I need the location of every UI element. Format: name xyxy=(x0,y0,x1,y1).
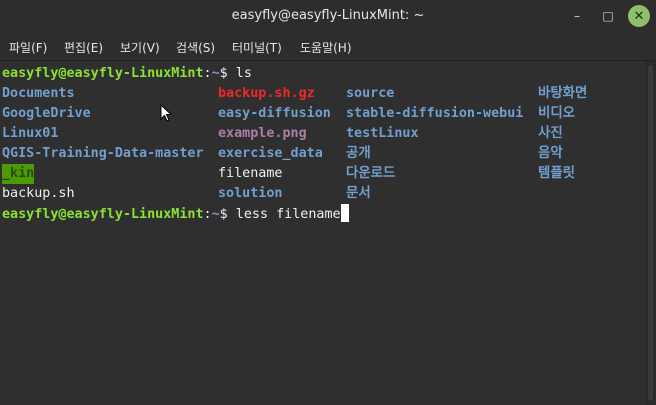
ls-entry: Documents xyxy=(2,86,75,101)
ls-entry: backup.sh xyxy=(2,186,75,201)
scrollbar[interactable] xyxy=(645,61,656,405)
menu-file[interactable]: 파일(F) xyxy=(9,39,47,56)
window-title: easyfly@easyfly-LinuxMint: ~ xyxy=(231,8,425,23)
ls-entry: 다운로드 xyxy=(346,166,396,181)
ls-entry: 템플릿 xyxy=(538,166,575,181)
ls-entry: solution xyxy=(218,186,283,201)
ls-entry: stable-diffusion-webui xyxy=(346,106,524,121)
ls-entry: 사진 xyxy=(538,126,563,141)
ls-entry: 음악 xyxy=(538,146,563,161)
menu-help[interactable]: 도움말(H) xyxy=(300,39,352,56)
menu-edit[interactable]: 편집(E) xyxy=(64,39,103,56)
terminal-output[interactable]: easyfly@easyfly-LinuxMint:~$ ls Document… xyxy=(0,61,645,405)
ls-entry: Linux01 xyxy=(2,126,59,141)
prompt-path: ~ xyxy=(211,207,220,222)
ls-entry: testLinux xyxy=(346,126,419,141)
prompt-separator: : xyxy=(203,207,212,222)
ls-entry: example.png xyxy=(218,126,307,141)
prompt-symbol: $ xyxy=(219,66,236,81)
ls-entry: _kin xyxy=(2,164,35,184)
ls-entry: exercise_data xyxy=(218,146,323,161)
close-icon[interactable]: ✕ xyxy=(628,5,650,27)
ls-entry: filename xyxy=(218,166,283,181)
title-bar[interactable]: easyfly@easyfly-LinuxMint: ~ – □ ✕ xyxy=(0,0,656,32)
mouse-pointer-icon xyxy=(160,104,172,122)
command-line: easyfly@easyfly-LinuxMint:~$ ls xyxy=(2,64,252,84)
ls-entry: backup.sh.gz xyxy=(218,86,315,101)
command-line: easyfly@easyfly-LinuxMint:~$ less filena… xyxy=(2,204,349,224)
command-text: ls xyxy=(235,66,252,81)
menu-search[interactable]: 검색(S) xyxy=(176,39,215,56)
menu-terminal[interactable]: 터미널(T) xyxy=(232,39,282,56)
terminal-window: easyfly@easyfly-LinuxMint: ~ – □ ✕ 파일(F)… xyxy=(0,0,656,405)
command-text: less filename xyxy=(235,207,341,222)
ls-entry: 공개 xyxy=(346,146,371,161)
maximize-icon[interactable]: □ xyxy=(597,5,619,27)
ls-entry: QGIS-Training-Data-master xyxy=(2,146,204,161)
prompt-symbol: $ xyxy=(219,207,236,222)
ls-entry: easy-diffusion xyxy=(218,106,331,121)
menu-bar: 파일(F) 편집(E) 보기(V) 검색(S) 터미널(T) 도움말(H) xyxy=(0,32,656,61)
scrollbar-thumb[interactable] xyxy=(648,65,653,401)
ls-entry: source xyxy=(346,86,395,101)
ls-entry: 바탕화면 xyxy=(538,86,588,101)
ls-entry: GoogleDrive xyxy=(2,106,91,121)
ls-entry: 문서 xyxy=(346,186,371,201)
prompt-separator: : xyxy=(203,66,212,81)
prompt-user-host: easyfly@easyfly-LinuxMint xyxy=(2,66,204,81)
minimize-icon[interactable]: – xyxy=(566,5,588,27)
menu-view[interactable]: 보기(V) xyxy=(120,39,160,56)
ls-entry: 비디오 xyxy=(538,106,575,121)
prompt-path: ~ xyxy=(211,66,220,81)
text-cursor xyxy=(340,204,349,222)
prompt-user-host: easyfly@easyfly-LinuxMint xyxy=(2,207,204,222)
